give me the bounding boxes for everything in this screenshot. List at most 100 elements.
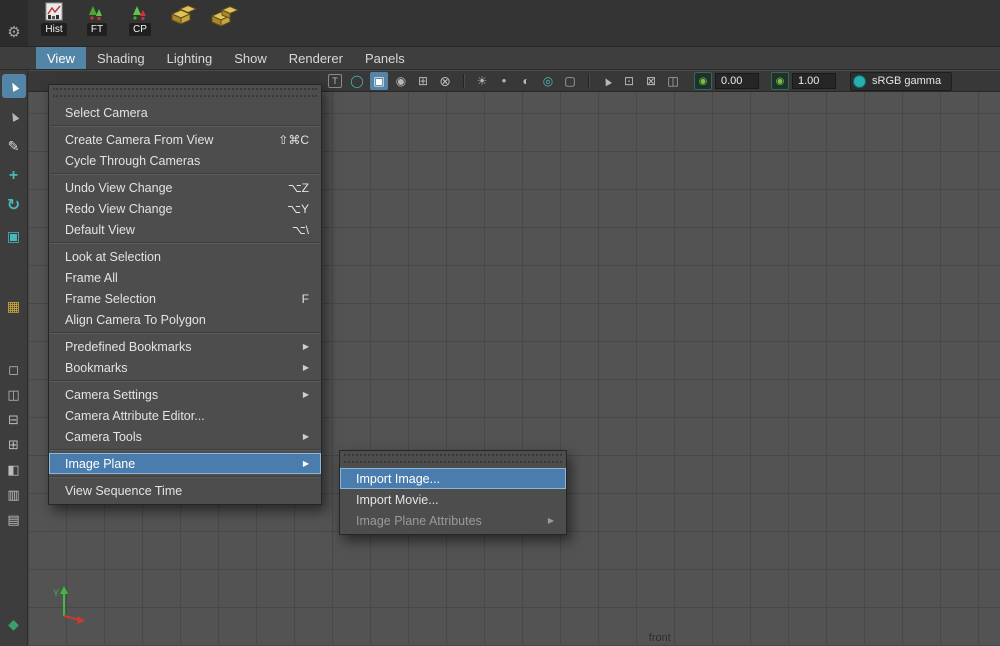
all-lights-icon-glyph: ● bbox=[502, 77, 507, 85]
layout-single-pane-button-glyph: ◻ bbox=[8, 363, 19, 376]
menu-item-frame-all[interactable]: Frame All bbox=[49, 267, 321, 288]
menu-renderer[interactable]: Renderer bbox=[278, 47, 354, 69]
layout-outliner-pane-button[interactable]: ◧ bbox=[2, 460, 26, 479]
menu-item-predefined-bookmarks[interactable]: Predefined Bookmarks▶ bbox=[49, 336, 321, 357]
select-tool[interactable]: ▲ bbox=[2, 74, 26, 98]
menu-item-select-camera[interactable]: Select Camera bbox=[49, 102, 321, 123]
menu-item-label: Frame All bbox=[65, 271, 118, 285]
selection-highlight-icon-glyph: ▲ bbox=[599, 73, 615, 89]
menu-item-align-camera-to-polygon[interactable]: Align Camera To Polygon bbox=[49, 309, 321, 330]
modeling-toolkit-icon[interactable]: ◆ bbox=[2, 612, 26, 636]
layout-split-rows-button[interactable]: ▤ bbox=[2, 510, 26, 529]
menu-item-import-image[interactable]: Import Image... bbox=[340, 468, 566, 489]
menu-separator bbox=[50, 332, 320, 334]
menu-lighting[interactable]: Lighting bbox=[156, 47, 224, 69]
checkered-icon[interactable]: ⊞ bbox=[414, 72, 432, 90]
svg-text:Y: Y bbox=[53, 588, 59, 598]
submenu-arrow-icon: ▶ bbox=[291, 459, 309, 468]
shelf-button-hist[interactable]: Hist bbox=[36, 2, 72, 44]
occlusion-icon[interactable]: ◎ bbox=[539, 72, 557, 90]
menu-item-camera-attribute-editor[interactable]: Camera Attribute Editor... bbox=[49, 405, 321, 426]
submenu-arrow-icon: ▶ bbox=[291, 363, 309, 372]
menu-item-camera-settings[interactable]: Camera Settings▶ bbox=[49, 384, 321, 405]
shaded-mode-icon[interactable]: ▣ bbox=[370, 72, 388, 90]
menu-item-image-plane-attributes: Image Plane Attributes▶ bbox=[340, 510, 566, 531]
poly-stack-icon bbox=[168, 2, 198, 28]
rotate-tool[interactable]: ↻ bbox=[2, 194, 26, 218]
hud-text-icon[interactable]: T bbox=[328, 74, 342, 88]
menu-item-import-movie[interactable]: Import Movie... bbox=[340, 489, 566, 510]
layout-split-right-button[interactable]: ▥ bbox=[2, 485, 26, 504]
menu-item-cycle-through-cameras[interactable]: Cycle Through Cameras bbox=[49, 150, 321, 171]
menu-item-label: Look at Selection bbox=[65, 250, 161, 264]
menu-item-frame-selection[interactable]: Frame SelectionF bbox=[49, 288, 321, 309]
menu-item-label: Bookmarks bbox=[65, 361, 128, 375]
menu-item-shortcut: F bbox=[290, 292, 309, 306]
gamma-value[interactable]: 1.00 bbox=[792, 73, 836, 89]
shelf-button-label: CP bbox=[129, 23, 151, 36]
menu-item-create-camera-from-view[interactable]: Create Camera From View⇧⌘C bbox=[49, 129, 321, 150]
occlusion-icon-glyph: ◎ bbox=[543, 75, 553, 87]
menu-separator bbox=[50, 125, 320, 127]
shelf-button-poly-stack-1[interactable] bbox=[165, 2, 201, 44]
menu-tearoff-handle[interactable] bbox=[53, 88, 317, 97]
layout-four-pane-button[interactable]: ⊞ bbox=[2, 435, 26, 454]
menu-item-look-at-selection[interactable]: Look at Selection bbox=[49, 246, 321, 267]
menu-shading[interactable]: Shading bbox=[86, 47, 156, 69]
flat-lighting-icon[interactable]: ▢ bbox=[561, 72, 579, 90]
paint-select-tool[interactable]: ✎ bbox=[2, 134, 26, 158]
menu-view[interactable]: View bbox=[36, 47, 86, 69]
exposure-control[interactable]: ◉ 0.00 bbox=[694, 72, 759, 90]
shelf-button-poly-stack-2[interactable] bbox=[208, 2, 244, 44]
menu-item-camera-tools[interactable]: Camera Tools▶ bbox=[49, 426, 321, 447]
menu-item-view-sequence-time[interactable]: View Sequence Time bbox=[49, 480, 321, 501]
default-light-icon[interactable]: ☀ bbox=[473, 72, 491, 90]
menu-panels[interactable]: Panels bbox=[354, 47, 416, 69]
gamma-control[interactable]: ◉ 1.00 bbox=[771, 72, 836, 90]
menu-tearoff-handle[interactable] bbox=[344, 454, 562, 463]
maya-window: ⚙ Hist FT bbox=[0, 0, 1000, 646]
menu-item-shortcut: ⇧⌘C bbox=[266, 133, 309, 147]
layout-four-pane-button-glyph: ⊞ bbox=[8, 438, 19, 451]
layout-split-right-button-glyph: ▥ bbox=[7, 488, 19, 501]
wireframe-mode-icon[interactable]: ◯ bbox=[348, 72, 366, 90]
film-gate-icon[interactable]: ⊡ bbox=[620, 72, 638, 90]
menu-item-bookmarks[interactable]: Bookmarks ▶ bbox=[49, 357, 321, 378]
menu-item-undo-view-change[interactable]: Undo View Change⌥Z bbox=[49, 177, 321, 198]
lasso-select-tool[interactable]: ▲ bbox=[2, 104, 26, 128]
layout-single-pane-button[interactable]: ◻ bbox=[2, 360, 26, 379]
layout-stacked-pane-button[interactable]: ⊟ bbox=[2, 410, 26, 429]
scale-tool-glyph: ▣ bbox=[7, 229, 20, 243]
menu-item-default-view[interactable]: Default View⌥\ bbox=[49, 219, 321, 240]
view-menu: Select CameraCreate Camera From View⇧⌘CC… bbox=[48, 84, 322, 505]
move-tool[interactable]: + bbox=[2, 164, 26, 188]
textured-mode-icon[interactable]: ◉ bbox=[392, 72, 410, 90]
ft-tool-icon bbox=[86, 2, 108, 22]
menu-item-label: Undo View Change bbox=[65, 181, 172, 195]
camera-label: front bbox=[649, 632, 671, 644]
layout-two-pane-button[interactable]: ◫ bbox=[2, 385, 26, 404]
view-transform-control[interactable]: sRGB gamma bbox=[850, 72, 952, 91]
exposure-value[interactable]: 0.00 bbox=[715, 73, 759, 89]
shelf-button-ft[interactable]: FT bbox=[79, 2, 115, 44]
scale-tool[interactable]: ▣ bbox=[2, 224, 26, 248]
shelf-options-button[interactable]: ⚙ bbox=[0, 0, 28, 46]
selection-highlight-icon[interactable]: ▲ bbox=[598, 72, 616, 90]
shelf-button-cp[interactable]: CP bbox=[122, 2, 158, 44]
resolution-gate-icon-glyph: ⊠ bbox=[646, 75, 656, 87]
menu-show[interactable]: Show bbox=[223, 47, 278, 69]
menu-item-image-plane[interactable]: Image Plane▶ bbox=[49, 453, 321, 474]
image-plane-submenu-items: Import Image... Import Movie... Image Plan… bbox=[340, 468, 566, 531]
gate-mask-icon[interactable]: ◫ bbox=[664, 72, 682, 90]
shelf-button-label: FT bbox=[87, 23, 107, 36]
menu-item-redo-view-change[interactable]: Redo View Change⌥Y bbox=[49, 198, 321, 219]
xray-mode-icon[interactable]: ⊗ bbox=[436, 72, 454, 90]
shadows-icon[interactable]: ◐ bbox=[517, 72, 535, 90]
all-lights-icon[interactable]: ● bbox=[495, 72, 513, 90]
resolution-gate-icon[interactable]: ⊠ bbox=[642, 72, 660, 90]
toolbar-separator bbox=[463, 74, 464, 88]
menu-item-label: Camera Attribute Editor... bbox=[65, 409, 205, 423]
menu-item-label: Align Camera To Polygon bbox=[65, 313, 206, 327]
live-surface-icon[interactable]: ▦ bbox=[2, 294, 26, 318]
menu-item-label: Import Movie... bbox=[356, 493, 439, 507]
